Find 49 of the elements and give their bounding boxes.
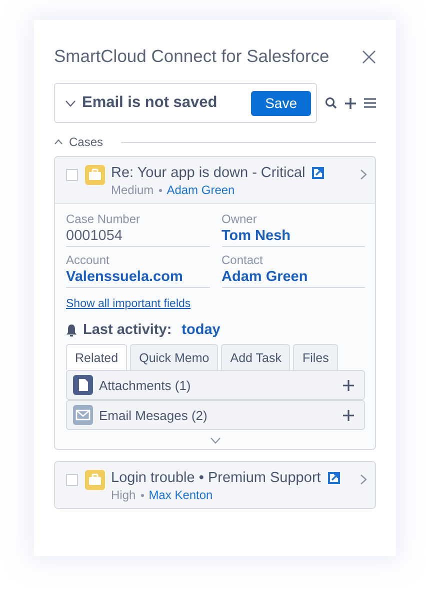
field-value[interactable]: Adam Green: [222, 269, 365, 285]
field-value: 0001054: [66, 228, 124, 244]
chevron-down-icon[interactable]: [210, 437, 221, 444]
close-icon[interactable]: [362, 50, 376, 64]
window-title: SmartCloud Connect for Salesforce: [54, 46, 330, 67]
field-label: Contact: [222, 253, 264, 267]
search-icon[interactable]: [325, 97, 337, 109]
related-list-label: Email Mesages (2): [99, 408, 208, 422]
related-list-label: Attachments (1): [99, 378, 192, 392]
menu-icon[interactable]: [364, 98, 376, 108]
contact-link[interactable]: Max Kenton: [148, 488, 213, 502]
field-label: Account: [66, 253, 110, 267]
activity-value: today: [182, 322, 220, 338]
chevron-up-icon[interactable]: [54, 139, 63, 145]
tab[interactable]: Files: [293, 344, 338, 370]
tab[interactable]: Add Task: [221, 344, 290, 370]
checkbox[interactable]: [66, 169, 78, 181]
field-label: Owner: [222, 212, 258, 226]
tab[interactable]: Related: [66, 344, 128, 370]
chevron-right-icon[interactable]: [360, 474, 367, 485]
case-priority: Medium: [111, 183, 154, 197]
briefcase-icon: [85, 165, 105, 185]
field-value[interactable]: Valenssuela.com: [66, 269, 210, 285]
add-icon[interactable]: [343, 410, 354, 420]
add-icon[interactable]: [345, 98, 356, 108]
show-fields-link[interactable]: Show all important fields: [66, 298, 191, 310]
chevron-down-icon[interactable]: [65, 100, 76, 106]
save-button[interactable]: Save: [251, 90, 311, 116]
chevron-right-icon[interactable]: [360, 169, 367, 180]
related-list-row[interactable]: Attachments (1): [66, 370, 365, 400]
checkbox[interactable]: [66, 474, 78, 486]
activity-label: Last activity:: [83, 322, 172, 338]
field-value[interactable]: Tom Nesh: [222, 228, 365, 244]
document-icon: [73, 375, 93, 395]
case-priority: High: [111, 488, 136, 502]
tab[interactable]: Quick Memo: [130, 344, 218, 370]
related-list-row[interactable]: Email Mesages (2): [66, 400, 365, 430]
external-link-icon[interactable]: [328, 472, 340, 484]
bell-icon: [66, 324, 77, 336]
add-icon[interactable]: [343, 380, 354, 390]
external-link-icon[interactable]: [312, 167, 324, 179]
email-status: Email is not saved: [82, 94, 218, 112]
section-title: Cases: [69, 135, 104, 149]
briefcase-icon: [85, 470, 105, 490]
field-label: Case Number: [66, 212, 142, 226]
contact-link[interactable]: Adam Green: [166, 183, 235, 197]
case-title[interactable]: Re: Your app is down - Critical: [111, 165, 306, 181]
envelope-icon: [73, 405, 93, 425]
case-title[interactable]: Login trouble • Premium Support: [111, 470, 321, 486]
